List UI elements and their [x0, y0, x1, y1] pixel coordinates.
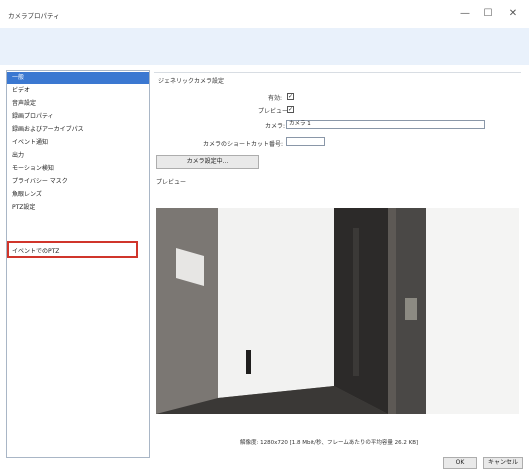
close-icon[interactable]: ✕: [504, 6, 522, 22]
sidebar-item-event-notification[interactable]: イベント通知: [7, 137, 149, 149]
header-band: [0, 28, 529, 65]
camera-name-input[interactable]: カメラ 1: [286, 120, 485, 129]
sidebar-item-archive-paths[interactable]: 録画およびアーカイブパス: [7, 124, 149, 136]
ok-button[interactable]: OK: [443, 457, 477, 469]
title-bar: カメラプロパティ — ☐ ✕: [0, 0, 529, 28]
sidebar-item-label: 一般: [12, 74, 25, 81]
enabled-checkbox[interactable]: ✓: [287, 93, 294, 100]
sidebar-item-label: 出力: [12, 152, 25, 159]
sidebar-item-label: 音声設定: [12, 100, 37, 107]
sidebar-item-label: ビデオ: [12, 87, 31, 94]
sidebar-item-recording[interactable]: 録画プロパティ: [7, 111, 149, 123]
highlight-box: [7, 241, 138, 258]
window-title: カメラプロパティ: [8, 12, 60, 20]
settings-sidebar: 一般 ビデオ 音声設定 録画プロパティ 録画およびアーカイブパス イベント通知 …: [6, 70, 150, 458]
enabled-label: 有効:: [268, 95, 283, 102]
preview-label: プレビュー:: [258, 108, 291, 115]
sidebar-item-motion-detection[interactable]: モーション検知: [7, 163, 149, 175]
sidebar-item-audio[interactable]: 音声設定: [7, 98, 149, 110]
sidebar-item-label: 録画プロパティ: [12, 113, 54, 120]
preview-scene: [156, 208, 519, 414]
sidebar-item-fisheye[interactable]: 魚眼レンズ: [7, 189, 149, 201]
sidebar-item-ptz-settings[interactable]: PTZ設定: [7, 202, 149, 214]
cancel-button[interactable]: キャンセル: [483, 457, 523, 469]
preview-checkbox[interactable]: ✓: [287, 106, 294, 113]
sidebar-item-label: プライバシー マスク: [12, 178, 68, 185]
maximize-icon[interactable]: ☐: [479, 6, 497, 22]
sidebar-item-general[interactable]: 一般: [7, 72, 149, 84]
camera-preview-image: [156, 208, 519, 414]
resolution-info: 解像度: 1280x720 [1.8 Mbit/秒、フレームあたりの平均容量 2…: [240, 440, 419, 446]
sidebar-item-label: モーション検知: [12, 165, 54, 172]
sidebar-item-video[interactable]: ビデオ: [7, 85, 149, 97]
minimize-icon[interactable]: —: [456, 6, 474, 22]
camera-settings-button[interactable]: カメラ設定中...: [156, 155, 259, 169]
sidebar-item-privacy-mask[interactable]: プライバシー マスク: [7, 176, 149, 188]
sidebar-item-label: 魚眼レンズ: [12, 191, 42, 198]
sidebar-item-output[interactable]: 出力: [7, 150, 149, 162]
sidebar-item-label: 録画およびアーカイブパス: [12, 126, 84, 133]
camera-label: カメラ:: [265, 123, 286, 130]
shortcut-label: カメラのショートカット番号:: [203, 141, 284, 148]
preview-section-label: プレビュー: [156, 179, 187, 186]
sidebar-item-label: イベント通知: [12, 139, 49, 146]
sidebar-item-label: PTZ設定: [12, 204, 36, 211]
shortcut-number-input[interactable]: [286, 137, 325, 146]
section-title: ジェネリックカメラ設定: [158, 78, 225, 85]
